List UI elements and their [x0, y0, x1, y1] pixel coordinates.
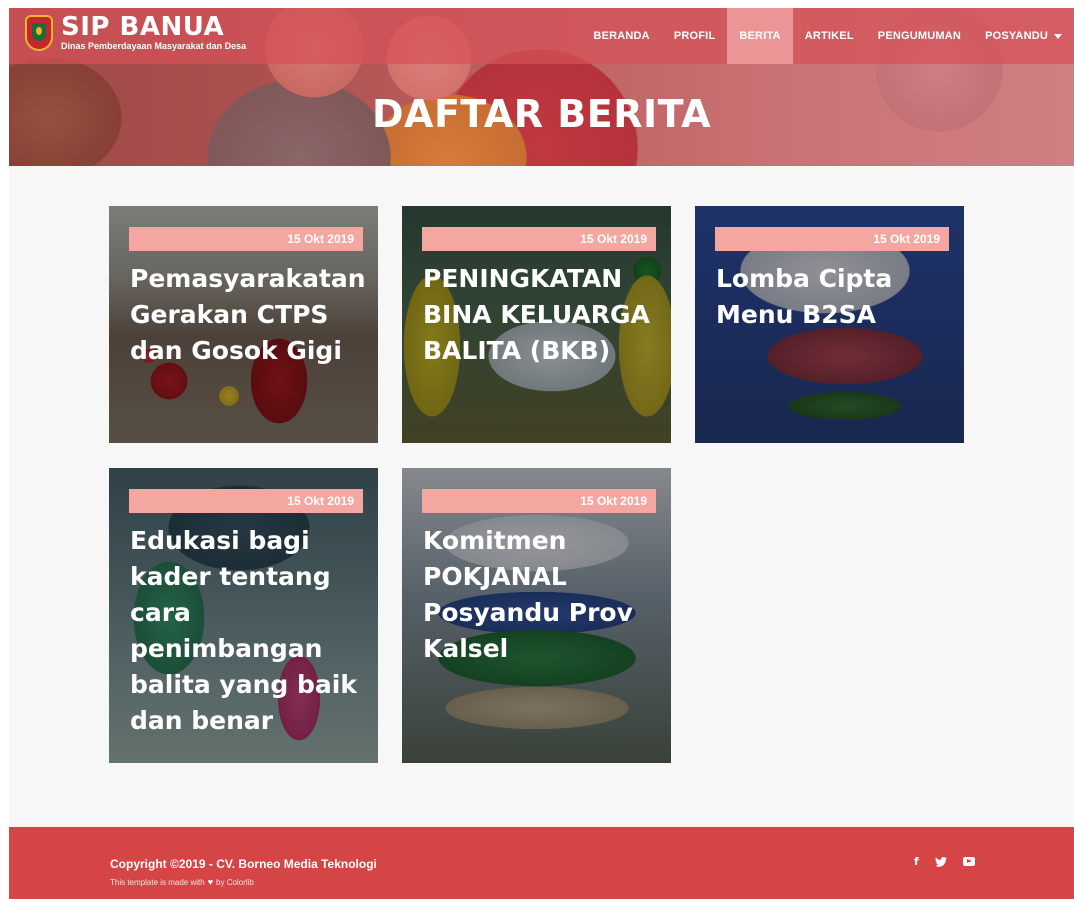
brand-subtitle: Dinas Pemberdayaan Masyarakat dan Desa [61, 41, 247, 51]
news-title[interactable]: Komitmen POKJANAL Posyandu Prov Kalsel [423, 523, 663, 667]
news-date-badge: 15 Okt 2019 [422, 489, 656, 513]
news-date-badge: 15 Okt 2019 [422, 227, 656, 251]
nav-item-posyandu[interactable]: POSYANDU [973, 8, 1074, 64]
main-nav: BERANDA PROFIL BERITA ARTIKEL PENGUMUMAN… [581, 8, 1074, 64]
news-date-badge: 15 Okt 2019 [129, 489, 363, 513]
news-card[interactable]: 15 Okt 2019 Edukasi bagi kader tentang c… [109, 468, 378, 763]
nav-item-beranda[interactable]: BERANDA [581, 8, 661, 64]
news-card[interactable]: 15 Okt 2019 Komitmen POKJANAL Posyandu P… [402, 468, 671, 763]
page-title: DAFTAR BERITA [372, 92, 711, 136]
brand-title: SIP BANUA [61, 12, 225, 42]
footer: Copyright ©2019 - CV. Borneo Media Tekno… [9, 827, 1074, 899]
news-title[interactable]: Lomba Cipta Menu B2SA [716, 261, 956, 333]
news-title[interactable]: PENINGKATAN BINA KELUARGA BALITA (BKB) [423, 261, 663, 369]
credit-prefix: This template is made with [110, 877, 205, 887]
news-card[interactable]: 15 Okt 2019 Pemasyarakatan Gerakan CTPS … [109, 206, 378, 443]
youtube-icon[interactable] [962, 857, 975, 866]
brand[interactable]: SIP BANUA Dinas Pemberdayaan Masyarakat … [25, 14, 246, 52]
nav-item-posyandu-label: POSYANDU [985, 30, 1048, 42]
heart-icon: ♥ [207, 877, 214, 887]
nav-item-pengumuman[interactable]: PENGUMUMAN [866, 8, 973, 64]
template-credit: This template is made with ♥ by Colorlib [110, 877, 254, 887]
news-title[interactable]: Pemasyarakatan Gerakan CTPS dan Gosok Gi… [130, 261, 370, 369]
news-card[interactable]: 15 Okt 2019 Lomba Cipta Menu B2SA [695, 206, 964, 443]
page: SIP BANUA Dinas Pemberdayaan Masyarakat … [0, 0, 1074, 899]
caret-down-icon [1054, 33, 1062, 39]
news-date-badge: 15 Okt 2019 [129, 227, 363, 251]
social-links: f [914, 855, 975, 868]
copyright-text: Copyright ©2019 - CV. Borneo Media Tekno… [110, 857, 377, 871]
news-list: 15 Okt 2019 Pemasyarakatan Gerakan CTPS … [9, 166, 1074, 827]
facebook-icon[interactable]: f [914, 855, 919, 868]
nav-item-artikel[interactable]: ARTIKEL [793, 8, 866, 64]
nav-item-profil[interactable]: PROFIL [662, 8, 728, 64]
news-card[interactable]: 15 Okt 2019 PENINGKATAN BINA KELUARGA BA… [402, 206, 671, 443]
hero-banner: SIP BANUA Dinas Pemberdayaan Masyarakat … [9, 8, 1074, 166]
nav-item-berita[interactable]: BERITA [727, 8, 793, 64]
logo-emblem-icon [25, 15, 53, 51]
news-title[interactable]: Edukasi bagi kader tentang cara penimban… [130, 523, 370, 739]
credit-link[interactable]: by Colorlib [216, 878, 254, 887]
twitter-icon[interactable] [934, 856, 947, 867]
news-date-badge: 15 Okt 2019 [715, 227, 949, 251]
